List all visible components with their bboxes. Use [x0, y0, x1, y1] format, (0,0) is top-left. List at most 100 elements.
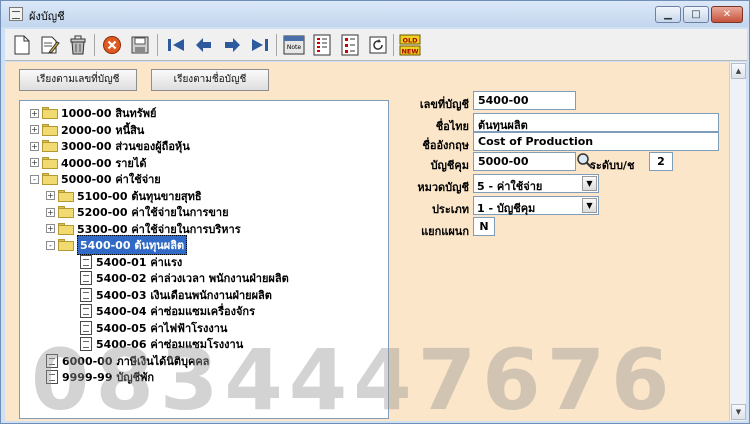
note-icon-label: Note [286, 44, 301, 51]
tree-leaf[interactable]: 6000-00 ภาษีเงินได้นิติบุคคล [46, 353, 209, 369]
type-select[interactable]: 1 - บัญชีคุม ▼ [473, 196, 599, 215]
folder-icon [42, 107, 58, 119]
split-dept-label: แยกแผนก [421, 225, 469, 238]
tree-node[interactable]: +3000-00 ส่วนของผู้ถือหุ้น [30, 138, 190, 154]
document-icon [46, 353, 58, 368]
tree-node-label: 5400-01 ค่าแรง [96, 255, 183, 269]
tree-node[interactable]: +2000-00 หนี้สิน [30, 122, 144, 138]
eng-name-field[interactable]: Cost of Production [473, 132, 719, 151]
tree-leaf[interactable]: 9999-99 บัญชีพัก [46, 369, 154, 385]
report-icon[interactable] [309, 32, 334, 57]
close-button[interactable]: ✕ [711, 6, 743, 23]
collapse-icon[interactable]: - [30, 174, 39, 184]
next-icon[interactable] [219, 32, 244, 57]
sort-by-name-button[interactable]: เรียงตามชื่อบัญชี [151, 69, 269, 91]
document-icon [80, 320, 92, 335]
tree-leaf[interactable]: 5400-03 เงินเดือนพนักงานฝ่ายผลิต [80, 287, 272, 303]
tree-leaf[interactable]: 5400-06 ค่าซ่อมแซมโรงงาน [80, 336, 243, 352]
expand-icon[interactable]: + [46, 224, 55, 233]
old-new-icon[interactable]: OLD NEW [397, 32, 422, 57]
document-icon [80, 254, 92, 269]
control-account-field[interactable]: 5000-00 [473, 152, 576, 171]
tree-leaf[interactable]: 5400-04 ค่าซ่อมแซมเครื่องจักร [80, 303, 255, 319]
minimize-button[interactable]: ▁ [655, 6, 681, 23]
split-dept-field[interactable]: N [473, 217, 495, 236]
tree-node-label: 5000-00 ค่าใช้จ่าย [61, 173, 161, 186]
prev-icon[interactable] [191, 32, 216, 57]
tree-node-label: 5400-05 ค่าไฟฟ้าโรงงาน [96, 321, 228, 335]
folder-icon [58, 189, 74, 202]
last-icon[interactable] [247, 32, 272, 57]
vertical-scrollbar[interactable]: ▲ ▼ [729, 62, 746, 421]
category-value: 5 - ค่าใช้จ่าย [477, 180, 543, 193]
tree-node[interactable]: +4000-00 รายได้ [30, 155, 147, 171]
tree-leaf[interactable]: 5400-05 ค่าไฟฟ้าโรงงาน [80, 320, 227, 336]
title-bar[interactable]: ผังบัญชี ▁ □ ✕ [1, 1, 749, 27]
content-panel: เรียงตามเลขที่บัญชี เรียงตามชื่อบัญชี +1… [5, 62, 729, 421]
chevron-down-icon[interactable]: ▼ [582, 198, 597, 213]
thai-name-field[interactable]: ต้นทุนผลิต [473, 113, 719, 132]
tree-leaf[interactable]: 5400-02 ค่าล่วงเวลา พนักงานฝ่ายผลิต [80, 270, 289, 286]
cancel-icon[interactable] [99, 32, 124, 57]
category-label: หมวดบัญชี [417, 181, 469, 194]
folder-open-icon [42, 173, 58, 185]
tree-node-selected[interactable]: -5400-00 ต้นทุนผลิต [46, 235, 188, 255]
trash-icon[interactable] [65, 32, 90, 57]
sort-by-code-button[interactable]: เรียงตามเลขที่บัญชี [19, 69, 137, 91]
control-account-label: บัญชีคุม [430, 159, 469, 172]
type-label: ประเภท [431, 203, 469, 216]
expand-icon[interactable]: + [30, 125, 39, 134]
type-value: 1 - บัญชีคุม [477, 202, 536, 215]
maximize-button[interactable]: □ [683, 6, 709, 23]
toolbar-separator [276, 34, 277, 56]
expand-icon[interactable]: + [46, 207, 55, 217]
tree-node[interactable]: - 5000-00 ค่าใช้จ่าย [30, 171, 161, 187]
report2-icon[interactable] [337, 32, 362, 57]
collapse-icon[interactable]: - [46, 240, 55, 250]
account-tree[interactable]: +1000-00 สินทรัพย์ +2000-00 หนี้สิน +300… [19, 100, 389, 419]
tree-node-label: 1000-00 สินทรัพย์ [61, 107, 157, 120]
app-icon [9, 7, 23, 21]
account-no-label: เลขที่บัญชี [419, 98, 469, 111]
category-select[interactable]: 5 - ค่าใช้จ่าย ▼ [473, 174, 599, 193]
save-icon[interactable] [127, 32, 152, 57]
tree-node-label: 3000-00 ส่วนของผู้ถือหุ้น [61, 140, 190, 153]
scroll-up-icon[interactable]: ▲ [731, 63, 746, 79]
chevron-down-icon[interactable]: ▼ [582, 176, 597, 191]
tree-node-label: 5200-00 ค่าใช้จ่ายในการขาย [77, 206, 229, 219]
new-icon-label: NEW [401, 47, 418, 55]
tree-node[interactable]: +1000-00 สินทรัพย์ [30, 105, 156, 121]
toolbar-separator [157, 34, 158, 56]
note-icon[interactable]: Note [281, 32, 306, 57]
expand-icon[interactable]: + [30, 141, 39, 151]
level-field[interactable]: 2 [649, 152, 673, 171]
new-doc-icon[interactable] [9, 32, 34, 57]
expand-icon[interactable]: + [46, 191, 55, 200]
tree-node-label: 5400-04 ค่าซ่อมแซมเครื่องจักร [96, 305, 256, 318]
expand-icon[interactable]: + [30, 158, 39, 167]
toolbar: Note OLD NEW [5, 29, 747, 61]
tree-node-label: 6000-00 ภาษีเงินได้นิติบุคคล [62, 354, 210, 368]
tree-leaf[interactable]: 5400-01 ค่าแรง [80, 254, 182, 270]
tree-node[interactable]: +5200-00 ค่าใช้จ่ายในการขาย [46, 204, 229, 220]
scroll-down-icon[interactable]: ▼ [731, 404, 746, 420]
expand-icon[interactable]: + [30, 108, 39, 118]
folder-open-icon [58, 239, 74, 251]
tree-node-label: 5400-06 ค่าซ่อมแซมโรงงาน [96, 338, 244, 351]
account-no-field[interactable]: 5400-00 [473, 91, 576, 110]
tree-node-label: 2000-00 หนี้สิน [61, 123, 145, 137]
refresh-icon[interactable] [365, 32, 390, 57]
folder-icon [58, 206, 74, 218]
thai-name-label: ชื่อไทย [435, 120, 469, 133]
tree-node[interactable]: +5100-00 ต้นทุนขายสุทธิ [46, 188, 202, 204]
folder-icon [42, 123, 58, 136]
document-icon [80, 271, 92, 285]
old-icon-label: OLD [402, 36, 418, 44]
toolbar-separator [393, 34, 394, 56]
edit-doc-icon[interactable] [37, 32, 62, 57]
tree-node-label: 5100-00 ต้นทุนขายสุทธิ [77, 189, 202, 203]
level-label: ระดับบ/ช [590, 159, 635, 172]
document-icon [80, 304, 92, 318]
tree-node-label: 5400-03 เงินเดือนพนักงานฝ่ายผลิต [96, 288, 272, 302]
first-icon[interactable] [163, 32, 188, 57]
